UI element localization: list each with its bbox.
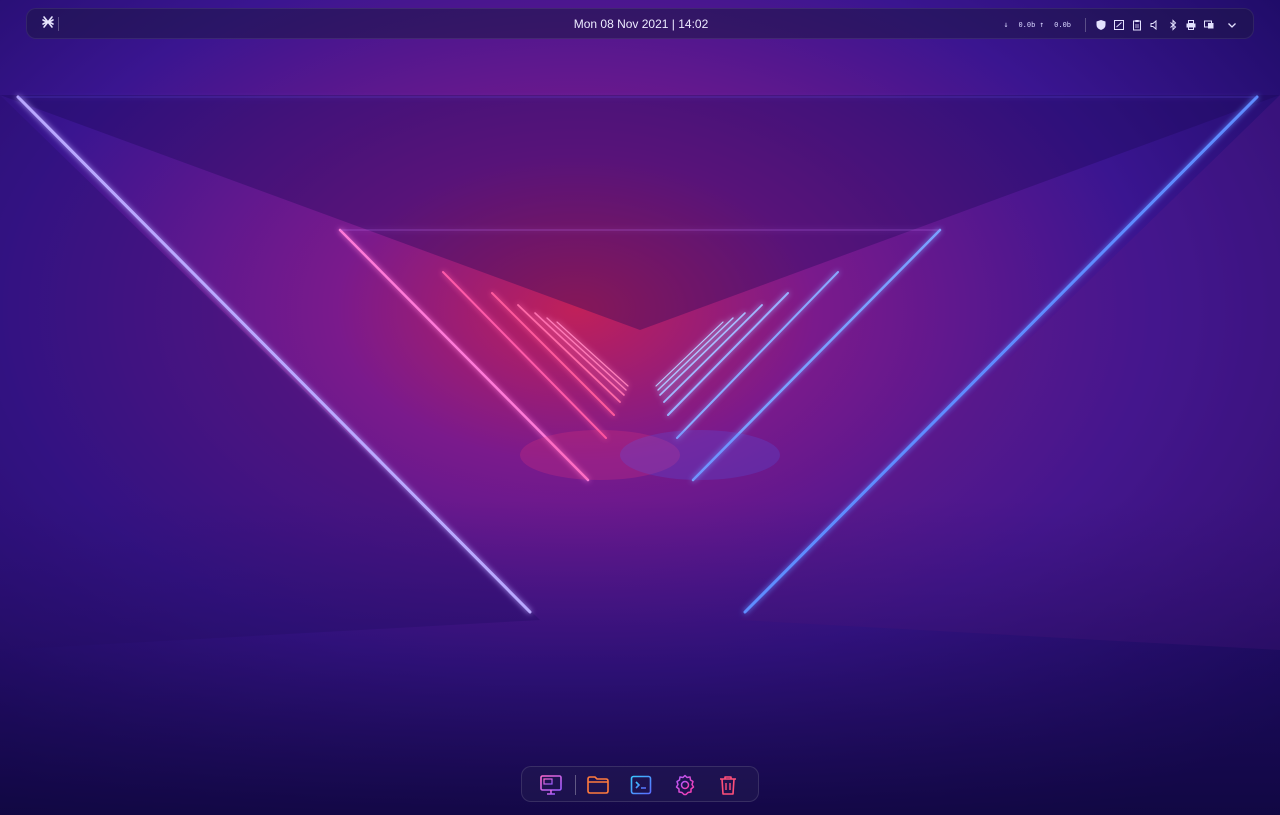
folder-icon [587, 776, 609, 794]
display-icon[interactable] [1201, 17, 1217, 33]
bluetooth-icon[interactable] [1165, 17, 1181, 33]
top-panel: Mon 08 Nov 2021 | 14:02 ↓ 0.0b ↑ 0.0b [26, 8, 1254, 39]
system-tray: ↓ 0.0b ↑ 0.0b [1004, 9, 1241, 40]
network-speed-indicator[interactable]: ↓ 0.0b ↑ 0.0b [1004, 20, 1075, 29]
volume-icon[interactable] [1147, 17, 1163, 33]
desktop-monitor-icon [540, 775, 562, 795]
clipboard-icon[interactable] [1129, 17, 1145, 33]
date-time-clock[interactable]: Mon 08 Nov 2021 | 14:02 [527, 9, 755, 40]
dock [521, 766, 759, 802]
trash-icon [720, 776, 736, 795]
dock-item-trash[interactable] [715, 772, 741, 798]
upload-speed: 0.0b [1054, 20, 1071, 29]
dock-item-terminal[interactable] [628, 772, 654, 798]
screenshot-icon[interactable] [1111, 17, 1127, 33]
printer-icon[interactable] [1183, 17, 1199, 33]
download-speed: 0.0b [1018, 20, 1036, 29]
dock-separator [575, 775, 576, 795]
dock-item-file-manager[interactable] [585, 772, 611, 798]
shield-icon[interactable] [1093, 17, 1109, 33]
tray-separator [1085, 17, 1086, 32]
download-arrow-icon: ↓ [1003, 20, 1009, 29]
chevron-down-icon[interactable] [1224, 17, 1240, 33]
deepin-launcher-icon[interactable] [39, 15, 57, 33]
dock-item-settings[interactable] [672, 772, 698, 798]
dock-item-multitasking-view[interactable] [538, 772, 564, 798]
upload-arrow-icon: ↑ [1039, 20, 1045, 29]
gear-icon [675, 774, 695, 796]
panel-separator [58, 17, 59, 31]
terminal-icon [630, 775, 652, 795]
desktop-wallpaper [0, 0, 1280, 815]
